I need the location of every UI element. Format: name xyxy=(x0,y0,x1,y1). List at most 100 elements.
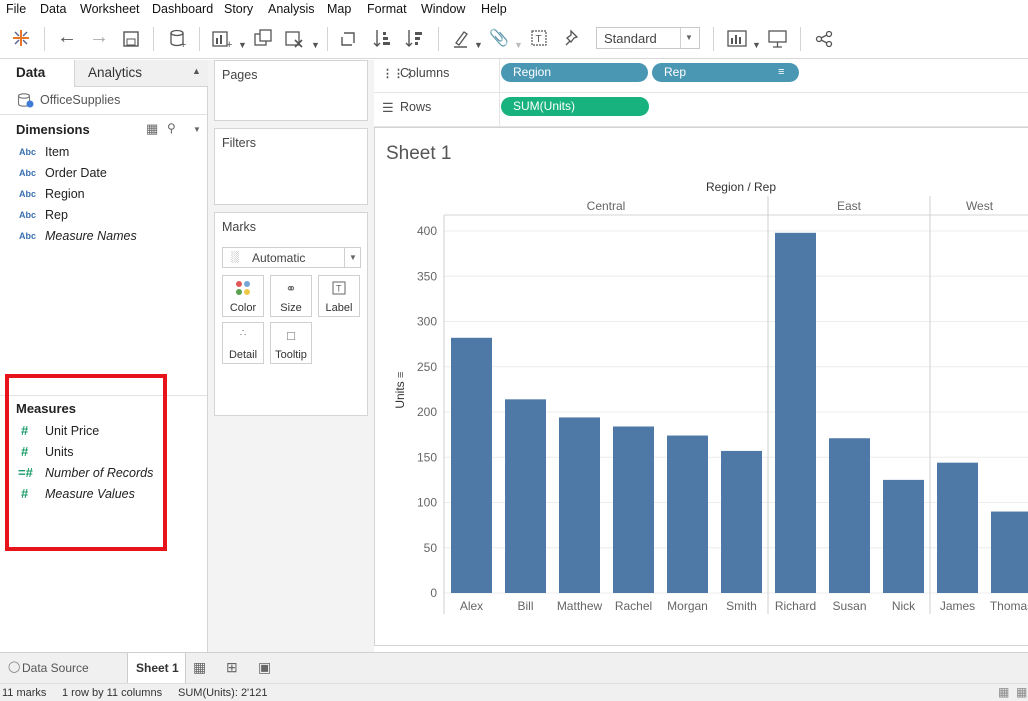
menu-data[interactable]: Data xyxy=(40,2,66,16)
chevron-down-icon[interactable]: ▼ xyxy=(311,35,320,55)
menu-story[interactable]: Story xyxy=(224,2,253,16)
search-icon[interactable]: ⚲ xyxy=(167,121,176,135)
y-tick-label: 200 xyxy=(417,405,437,419)
measures-highlight-box xyxy=(5,374,167,551)
pin-icon[interactable] xyxy=(561,29,579,47)
cards-pane: Pages Filters Marks ░ Automatic ▼ Color … xyxy=(208,60,374,652)
bar-chart: Region / Rep 0 50 100 150 200 250 300 350 400 Unit… xyxy=(393,180,1028,614)
sort-ascending-icon[interactable] xyxy=(372,28,392,50)
menu-file[interactable]: File xyxy=(6,2,26,16)
chevron-down-icon[interactable]: ▼ xyxy=(474,35,483,55)
rows-icon: ☰ xyxy=(382,100,394,115)
show-me-icon[interactable] xyxy=(727,30,749,48)
menu-analysis[interactable]: Analysis xyxy=(268,2,315,16)
marks-card: Marks ░ Automatic ▼ Color ⚭ Size T Label… xyxy=(214,212,368,416)
bar xyxy=(991,511,1028,593)
show-mark-labels-icon[interactable]: T xyxy=(531,30,547,46)
dimension-field-rep[interactable]: Abc Rep xyxy=(0,206,200,226)
group-header-label: East xyxy=(837,199,862,213)
status-sum: SUM(Units): 2'121 xyxy=(178,687,268,699)
bar xyxy=(613,426,654,593)
presentation-mode-icon[interactable] xyxy=(767,29,789,49)
dimension-field-order-date[interactable]: Abc Order Date xyxy=(0,164,200,184)
svg-text:+: + xyxy=(180,39,186,49)
y-tick-label: 100 xyxy=(417,496,437,510)
bar xyxy=(829,438,870,593)
marks-tooltip-button[interactable]: □ Tooltip xyxy=(270,322,312,364)
highlight-icon[interactable] xyxy=(452,29,470,49)
sheet-tabs-bar: ◯ Data Source Sheet 1 ▦ ⊞ ▣ xyxy=(0,652,1028,683)
grid-icon[interactable]: ▦ xyxy=(1016,685,1027,699)
marks-size-button[interactable]: ⚭ Size xyxy=(270,275,312,317)
detail-icon: ∴ xyxy=(239,328,247,339)
menu-help[interactable]: Help xyxy=(481,2,507,16)
tableau-logo-icon[interactable] xyxy=(11,28,31,48)
dimension-field-region[interactable]: Abc Region xyxy=(0,185,200,205)
grid-icon[interactable]: ▦ xyxy=(998,685,1009,699)
chevron-down-icon[interactable]: ▼ xyxy=(514,35,523,55)
y-tick-label: 250 xyxy=(417,360,437,374)
x-tick-label: Bill xyxy=(517,599,533,613)
bar xyxy=(667,435,708,593)
x-tick-label: Nick xyxy=(892,599,916,613)
tab-data-source[interactable]: ◯ Data Source xyxy=(0,653,124,683)
dimensions-header: Dimensions xyxy=(16,122,90,137)
tab-sheet-1[interactable]: Sheet 1 xyxy=(127,653,186,683)
size-icon: ⚭ xyxy=(285,281,297,296)
filters-shelf[interactable]: Filters xyxy=(214,128,368,205)
new-dashboard-icon[interactable]: ⊞ xyxy=(226,659,238,676)
marks-label-button[interactable]: T Label xyxy=(318,275,360,317)
fit-dropdown[interactable]: Standard ▼ xyxy=(596,27,700,49)
sort-icon: ≡ xyxy=(778,66,785,78)
marks-color-button[interactable]: Color xyxy=(222,275,264,317)
duplicate-sheet-icon[interactable] xyxy=(254,29,272,47)
save-icon[interactable] xyxy=(123,31,139,47)
chevron-down-icon[interactable]: ▼ xyxy=(752,35,761,55)
menu-bar: File Data Worksheet Dashboard Story Anal… xyxy=(0,0,1028,19)
tooltip-icon: □ xyxy=(287,328,295,343)
menu-worksheet[interactable]: Worksheet xyxy=(80,2,140,16)
clear-sheet-icon[interactable] xyxy=(285,29,305,49)
sort-descending-icon[interactable] xyxy=(404,28,424,50)
share-icon[interactable] xyxy=(815,30,833,48)
new-worksheet-icon[interactable]: + xyxy=(212,29,234,49)
menu-format[interactable]: Format xyxy=(367,2,407,16)
columns-shelf[interactable]: ⋮⋮⋮ Columns Region Rep ≡ xyxy=(374,59,1028,93)
menu-map[interactable]: Map xyxy=(327,2,351,16)
chevron-down-icon[interactable]: ▼ xyxy=(238,35,247,55)
swap-rows-columns-icon[interactable] xyxy=(340,29,360,49)
tab-data[interactable]: Data xyxy=(0,60,75,87)
column-pill-region[interactable]: Region xyxy=(501,63,648,82)
menu-dashboard[interactable]: Dashboard xyxy=(152,2,213,16)
new-worksheet-icon[interactable]: ▦ xyxy=(193,659,206,676)
x-tick-label: Richard xyxy=(775,599,816,613)
redo-icon[interactable]: → xyxy=(89,27,109,47)
pages-shelf[interactable]: Pages xyxy=(214,60,368,121)
view-list-icon[interactable]: ▦ xyxy=(146,121,158,137)
sort-icon: ≡ xyxy=(395,372,407,378)
dimension-field-item[interactable]: Abc Item xyxy=(0,143,200,163)
undo-icon[interactable]: ← xyxy=(57,27,77,47)
x-tick-label: Thomas xyxy=(990,599,1028,613)
paperclip-icon[interactable]: 📎 xyxy=(489,29,509,49)
fit-dropdown-value: Standard xyxy=(604,31,657,46)
group-header-label: West xyxy=(966,199,994,213)
x-tick-label: James xyxy=(940,599,975,613)
datasource-icon: ◯ xyxy=(8,661,21,673)
svg-text:T: T xyxy=(536,34,542,45)
chevron-down-icon[interactable]: ▼ xyxy=(193,125,201,134)
chart-title: Region / Rep xyxy=(706,180,776,194)
column-pill-rep[interactable]: Rep ≡ xyxy=(652,63,799,82)
dimension-field-measure-names[interactable]: Abc Measure Names xyxy=(0,227,200,247)
mark-type-dropdown[interactable]: ░ Automatic ▼ xyxy=(222,247,361,268)
tab-analytics[interactable]: Analytics ▲ xyxy=(75,60,208,87)
datasource-name[interactable]: OfficeSupplies xyxy=(40,93,120,107)
x-tick-label: Morgan xyxy=(667,599,708,613)
row-pill-sum-units[interactable]: SUM(Units) xyxy=(501,97,649,116)
new-story-icon[interactable]: ▣ xyxy=(258,659,271,676)
marks-detail-button[interactable]: ∴ Detail xyxy=(222,322,264,364)
menu-window[interactable]: Window xyxy=(421,2,465,16)
bar xyxy=(775,232,816,593)
new-datasource-icon[interactable]: + xyxy=(169,29,187,49)
rows-shelf[interactable]: ☰ Rows SUM(Units) xyxy=(374,93,1028,127)
